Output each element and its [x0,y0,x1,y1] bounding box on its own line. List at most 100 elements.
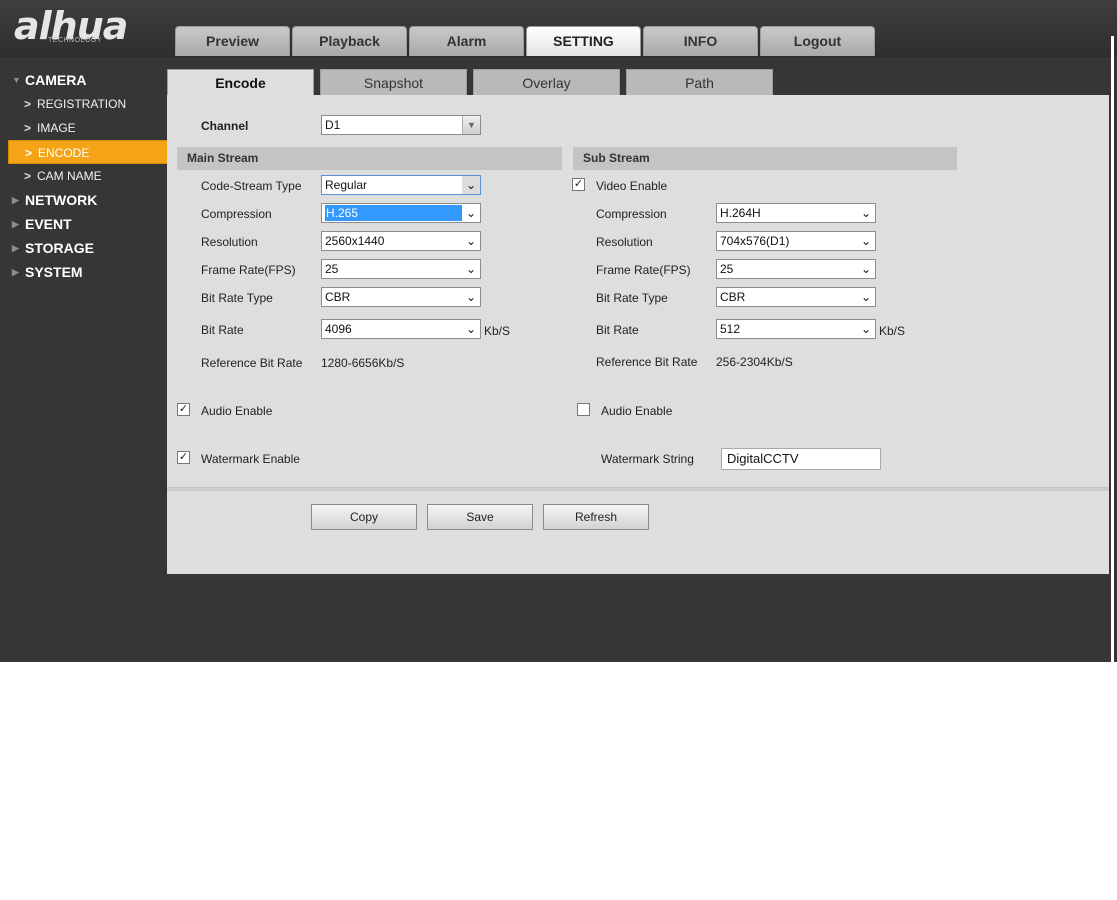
chevron-down-icon: ⌄ [860,206,872,220]
sidebar-item-label: IMAGE [37,121,76,135]
sub-bit-rate-type-value: CBR [720,290,746,304]
sub-compression-value: H.264H [720,206,761,220]
main-stream-header: Main Stream [177,147,562,170]
sub-compression-select[interactable]: H.264H ⌄ [716,203,876,223]
main-bit-rate-select[interactable]: 4096 ⌄ [321,319,481,339]
tab-overlay[interactable]: Overlay [473,69,620,96]
check-icon: ✓ [178,403,189,415]
main-code-stream-value: Regular [325,178,368,192]
sub-bit-rate-label: Bit Rate [596,323,639,337]
refresh-button[interactable]: Refresh [543,504,649,530]
triangle-right-icon: ▶ [12,267,19,277]
main-audio-enable-checkbox[interactable]: ✓ [177,403,190,416]
sub-bit-rate-unit: Kb/S [879,324,906,338]
chevron-down-icon: ⌄ [465,206,477,220]
chevron-right-icon: > [24,169,32,183]
sub-ref-bit-rate-value: 256-2304Kb/S [716,355,793,369]
sidebar-network[interactable]: ▶ NETWORK [0,188,168,212]
main-ref-bit-rate-value: 1280-6656Kb/S [321,356,405,370]
channel-label: Channel [201,119,249,133]
chevron-down-icon: ⌄ [860,234,872,248]
sidebar-system[interactable]: ▶ SYSTEM [0,260,168,284]
main-bit-rate-label: Bit Rate [201,323,244,337]
sidebar-network-label: NETWORK [25,192,98,208]
sidebar-item-cam-name[interactable]: > CAM NAME [0,164,168,188]
sidebar-event[interactable]: ▶ EVENT [0,212,168,236]
main-bit-rate-type-label: Bit Rate Type [201,291,273,305]
sidebar-item-encode[interactable]: > ENCODE [8,140,168,164]
sub-resolution-select[interactable]: 704x576(D1) ⌄ [716,231,876,251]
main-compression-select[interactable]: H.265 ⌄ [321,203,481,223]
video-enable-checkbox[interactable]: ✓ [572,178,585,191]
triangle-down-icon: ▼ [12,75,21,85]
sub-frame-rate-value: 25 [720,262,734,276]
main-resolution-select[interactable]: 2560x1440 ⌄ [321,231,481,251]
video-enable-label: Video Enable [596,179,668,193]
chevron-down-icon: ⌄ [860,290,872,304]
check-icon: ✓ [573,178,584,190]
main-compression-value: H.265 [325,205,462,221]
nav-setting[interactable]: SETTING [526,26,641,56]
sub-resolution-value: 704x576(D1) [720,234,790,248]
chevron-right-icon: > [24,97,32,111]
sidebar-camera[interactable]: ▼ CAMERA [0,68,168,92]
sub-compression-label: Compression [596,207,667,221]
sidebar-storage-label: STORAGE [25,240,94,256]
scrollbar-edge [1111,36,1114,662]
sidebar-event-label: EVENT [25,216,72,232]
sidebar-item-label: ENCODE [38,146,90,160]
sidebar-item-registration[interactable]: > REGISTRATION [0,92,168,116]
app-window: alhua TECHNOLOGY Preview Playback Alarm … [0,0,1117,662]
tab-path[interactable]: Path [626,69,773,96]
watermark-enable-label: Watermark Enable [201,452,300,466]
sub-audio-enable-checkbox[interactable] [577,403,590,416]
sidebar-system-label: SYSTEM [25,264,83,280]
watermark-enable-checkbox[interactable]: ✓ [177,451,190,464]
sub-frame-rate-label: Frame Rate(FPS) [596,263,691,277]
nav-preview[interactable]: Preview [175,26,290,56]
main-code-stream-label: Code-Stream Type [201,179,302,193]
triangle-right-icon: ▶ [12,219,19,229]
section-divider [167,487,1109,491]
chevron-down-icon: ⌄ [465,262,477,276]
main-audio-enable-label: Audio Enable [201,404,273,418]
main-bit-rate-unit: Kb/S [484,324,511,338]
sub-frame-rate-select[interactable]: 25 ⌄ [716,259,876,279]
check-icon: ✓ [178,451,189,463]
sub-bit-rate-value: 512 [720,322,741,336]
nav-info[interactable]: INFO [643,26,758,56]
sub-bit-rate-select[interactable]: 512 ⌄ [716,319,876,339]
main-resolution-value: 2560x1440 [325,234,385,248]
nav-playback[interactable]: Playback [292,26,407,56]
sidebar-item-image[interactable]: > IMAGE [0,116,168,140]
main-bit-rate-type-value: CBR [325,290,351,304]
main-frame-rate-value: 25 [325,262,339,276]
sub-bit-rate-type-select[interactable]: CBR ⌄ [716,287,876,307]
tab-snapshot[interactable]: Snapshot [320,69,467,96]
sidebar-item-label: CAM NAME [37,169,102,183]
sidebar-item-label: REGISTRATION [37,97,127,111]
copy-button[interactable]: Copy [311,504,417,530]
main-frame-rate-label: Frame Rate(FPS) [201,263,296,277]
encode-panel: Channel D1 ▼ Main Stream Sub Stream Code… [167,95,1109,574]
watermark-string-input[interactable]: DigitalCCTV [721,448,881,470]
watermark-string-label: Watermark String [601,452,694,466]
chevron-down-icon: ⌄ [465,234,477,248]
sub-ref-bit-rate-label: Reference Bit Rate [596,355,698,369]
main-compression-label: Compression [201,207,272,221]
channel-value: D1 [325,118,341,132]
nav-logout[interactable]: Logout [760,26,875,56]
triangle-right-icon: ▶ [12,195,19,205]
tab-encode[interactable]: Encode [167,69,314,96]
sidebar-storage[interactable]: ▶ STORAGE [0,236,168,260]
chevron-down-icon: ⌄ [465,290,477,304]
chevron-right-icon: > [25,146,33,160]
chevron-right-icon: > [24,121,32,135]
channel-select[interactable]: D1 ▼ [321,115,481,135]
main-bit-rate-type-select[interactable]: CBR ⌄ [321,287,481,307]
main-code-stream-select[interactable]: Regular ⌄ [321,175,481,195]
main-frame-rate-select[interactable]: 25 ⌄ [321,259,481,279]
nav-alarm[interactable]: Alarm [409,26,524,56]
save-button[interactable]: Save [427,504,533,530]
chevron-down-icon: ⌄ [462,176,480,194]
